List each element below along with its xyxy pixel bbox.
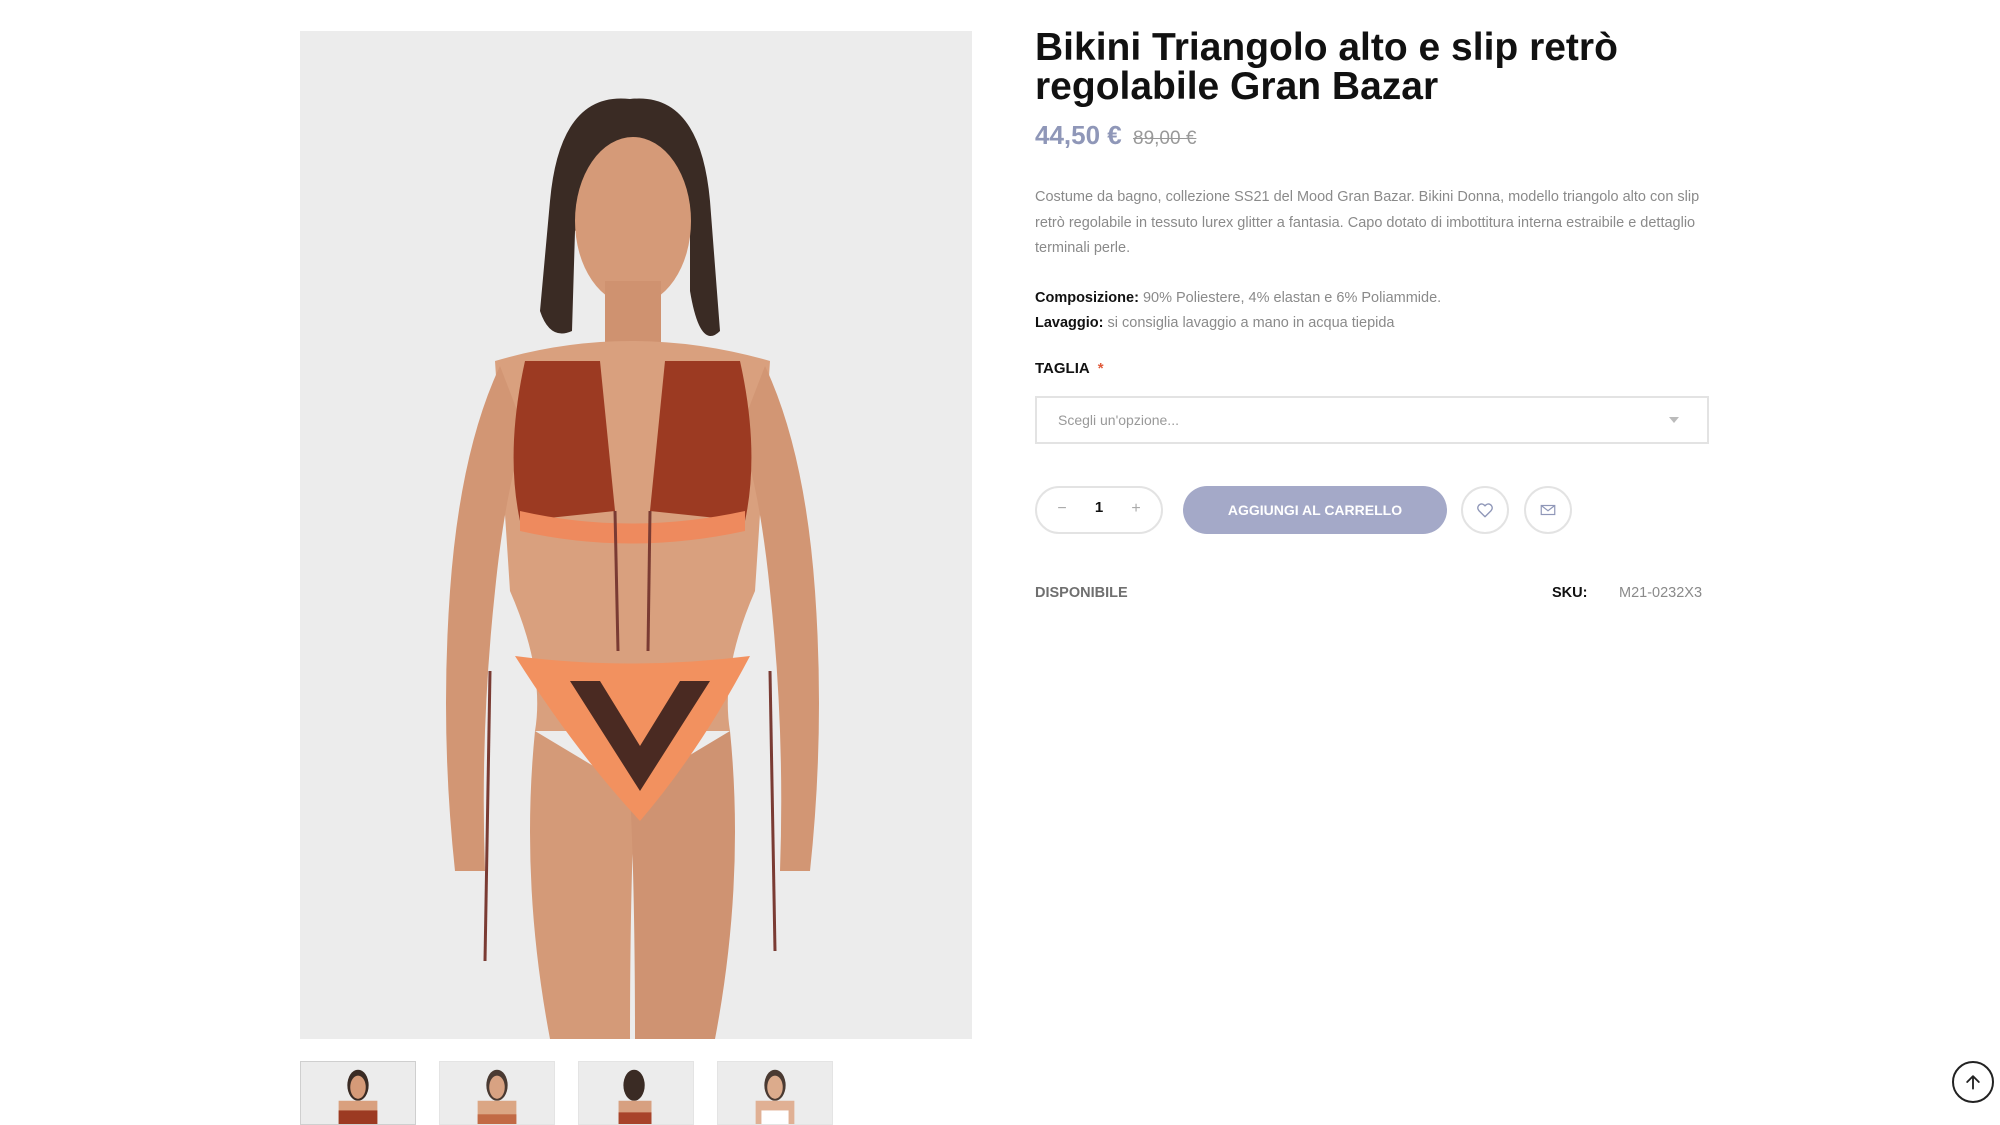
thumbnail-4[interactable] (717, 1061, 833, 1125)
quantity-input[interactable]: 1 (1081, 499, 1117, 516)
email-share-button[interactable] (1524, 486, 1572, 534)
heart-icon (1477, 503, 1493, 518)
composition-row: Composizione: 90% Poliestere, 4% elastan… (1035, 288, 1441, 308)
size-select[interactable]: Scegli un'opzione... (1035, 396, 1709, 444)
thumbnail-1[interactable] (300, 1061, 416, 1125)
model-photo-illustration (300, 31, 972, 1039)
thumbnail-2[interactable] (439, 1061, 555, 1125)
thumbnail-3-image (579, 1062, 693, 1124)
size-select-placeholder: Scegli un'opzione... (1058, 412, 1179, 428)
quantity-stepper: − 1 + (1035, 486, 1163, 534)
add-to-cart-button[interactable]: AGGIUNGI AL CARRELLO (1183, 486, 1447, 534)
sale-price: 44,50 € (1035, 120, 1122, 150)
required-mark: * (1097, 360, 1104, 377)
quantity-increase-button[interactable]: + (1125, 498, 1147, 520)
back-to-top-button[interactable] (1952, 1061, 1994, 1103)
sku-label: SKU: (1552, 585, 1588, 601)
product-title: Bikini Triangolo alto e slip retrò regol… (1035, 26, 1618, 108)
composition-label: Composizione: (1035, 290, 1139, 306)
washing-value: si consiglia lavaggio a mano in acqua ti… (1107, 315, 1395, 331)
composition-value: 90% Poliestere, 4% elastan e 6% Poliammi… (1142, 290, 1442, 306)
wishlist-button[interactable] (1461, 486, 1509, 534)
size-label-row: TAGLIA * (1035, 360, 1104, 377)
thumbnail-4-image (718, 1062, 832, 1124)
thumbnail-3[interactable] (578, 1061, 694, 1125)
thumbnail-1-image (301, 1062, 415, 1124)
sku-value: M21-0232X3 (1619, 585, 1703, 601)
quantity-decrease-button[interactable]: − (1051, 498, 1073, 520)
chevron-down-icon (1669, 417, 1679, 423)
washing-label: Lavaggio: (1035, 315, 1104, 331)
envelope-icon (1540, 504, 1556, 516)
product-main-image[interactable] (300, 31, 972, 1039)
thumbnail-2-image (440, 1062, 554, 1124)
availability-status: DISPONIBILE (1035, 585, 1128, 601)
washing-row: Lavaggio: si consiglia lavaggio a mano i… (1035, 313, 1394, 333)
size-label: TAGLIA (1035, 360, 1090, 377)
thumbnail-strip (300, 1061, 860, 1125)
arrow-up-icon (1966, 1075, 1980, 1090)
original-price: 89,00 € (1133, 128, 1197, 149)
product-description: Costume da bagno, collezione SS21 del Mo… (1035, 189, 1700, 256)
